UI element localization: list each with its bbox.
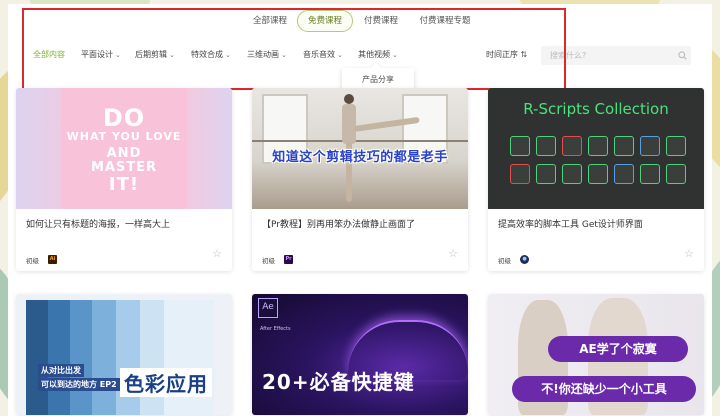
cinema4d-icon: ● bbox=[520, 255, 530, 264]
script-tile bbox=[588, 136, 608, 156]
dancer-body bbox=[342, 104, 356, 144]
course-card[interactable]: DO WHAT YOU LOVE AND MASTER IT! 如何让只有标题的… bbox=[16, 88, 232, 271]
script-tile bbox=[562, 136, 582, 156]
thumb-text: 可以到达的地方 EP2 bbox=[38, 378, 120, 391]
color-swatch bbox=[70, 300, 92, 415]
after-effects-icon: Ae bbox=[258, 298, 278, 318]
level-badge: 初级 bbox=[26, 256, 39, 265]
thumb-text: MASTER bbox=[90, 160, 158, 175]
course-page: 全部课程 免费课程 付费课程 付费课程专题 全部内容 平面设计 ⌄ 后期剪辑 ⌄ 特… bbox=[8, 4, 712, 416]
level-badge: 初级 bbox=[498, 256, 511, 265]
star-icon[interactable]: ☆ bbox=[684, 247, 694, 260]
script-tile bbox=[640, 164, 660, 184]
course-meta: 初级 Ai ☆ bbox=[16, 239, 232, 271]
level-badge: 初级 bbox=[262, 256, 275, 265]
color-swatch bbox=[164, 300, 214, 415]
thumb-text: R-Scripts Collection bbox=[523, 100, 669, 118]
thumb-text: 知道这个剪辑技巧的都是老手 bbox=[272, 150, 448, 165]
course-card[interactable]: Ae After Effects 20+必备快捷键 bbox=[252, 294, 468, 415]
premiere-icon: Pr bbox=[284, 255, 294, 264]
script-tile bbox=[536, 136, 556, 156]
course-thumbnail: AE学了个寂寞 不!你还缺少一个小工具 bbox=[488, 294, 704, 415]
script-tile bbox=[510, 164, 530, 184]
script-tile bbox=[614, 136, 634, 156]
color-swatch bbox=[92, 300, 116, 415]
highlight-box bbox=[22, 8, 566, 90]
course-card[interactable]: 从对比出发 可以到达的地方 EP2 色彩应用 bbox=[16, 294, 232, 415]
illustrator-icon: Ai bbox=[48, 255, 58, 264]
ballet-barre bbox=[252, 140, 468, 142]
course-meta: 初级 Pr ☆ bbox=[252, 239, 468, 271]
script-tile bbox=[666, 136, 686, 156]
color-swatch bbox=[116, 300, 140, 415]
thumb-text: 色彩应用 bbox=[120, 368, 212, 397]
script-icon-grid bbox=[510, 128, 686, 200]
course-title[interactable]: 提高效率的脚本工具 Get设计师界面 bbox=[488, 209, 704, 239]
script-tile bbox=[510, 136, 530, 156]
thumb-text: AND bbox=[106, 146, 142, 161]
thumb-text: DO bbox=[102, 104, 146, 132]
script-tile bbox=[536, 164, 556, 184]
thumb-text: 20+必备快捷键 bbox=[262, 370, 415, 394]
script-tile bbox=[614, 164, 634, 184]
course-card[interactable]: 知道这个剪辑技巧的都是老手 【Pr教程】别再用笨办法做静止画面了 初级 Pr ☆ bbox=[252, 88, 468, 271]
color-swatch bbox=[140, 300, 164, 415]
color-swatch bbox=[26, 300, 48, 415]
script-tile bbox=[666, 164, 686, 184]
course-thumbnail: R-Scripts Collection bbox=[488, 88, 704, 209]
script-tile bbox=[588, 164, 608, 184]
thumb-text: WHAT YOU LOVE bbox=[66, 130, 182, 143]
thumb-text: IT! bbox=[108, 174, 140, 195]
thumb-text: After Effects bbox=[260, 326, 291, 332]
course-card[interactable]: AE学了个寂寞 不!你还缺少一个小工具 bbox=[488, 294, 704, 415]
course-thumbnail: Ae After Effects 20+必备快捷键 bbox=[252, 294, 468, 415]
course-card[interactable]: R-Scripts Collection 提高效率的脚本工具 Get设计师界面 bbox=[488, 88, 704, 271]
dancer-head bbox=[344, 94, 354, 104]
search-icon[interactable] bbox=[673, 47, 691, 65]
course-thumbnail: 从对比出发 可以到达的地方 EP2 色彩应用 bbox=[16, 294, 232, 415]
course-meta: 初级 ● ☆ bbox=[488, 239, 704, 271]
star-icon[interactable]: ☆ bbox=[448, 247, 458, 260]
color-swatch bbox=[48, 300, 70, 415]
thumb-text: 从对比出发 bbox=[38, 364, 84, 377]
star-icon[interactable]: ☆ bbox=[212, 247, 222, 260]
thumb-text: AE学了个寂寞 bbox=[548, 336, 688, 362]
thumb-text: 不!你还缺少一个小工具 bbox=[512, 376, 696, 402]
course-thumbnail: 知道这个剪辑技巧的都是老手 bbox=[252, 88, 468, 209]
course-title[interactable]: 【Pr教程】别再用笨办法做静止画面了 bbox=[252, 209, 468, 239]
script-tile bbox=[562, 164, 582, 184]
course-thumbnail: DO WHAT YOU LOVE AND MASTER IT! bbox=[16, 88, 232, 209]
course-title[interactable]: 如何让只有标题的海报，一样高大上 bbox=[16, 209, 232, 239]
script-tile bbox=[640, 136, 660, 156]
